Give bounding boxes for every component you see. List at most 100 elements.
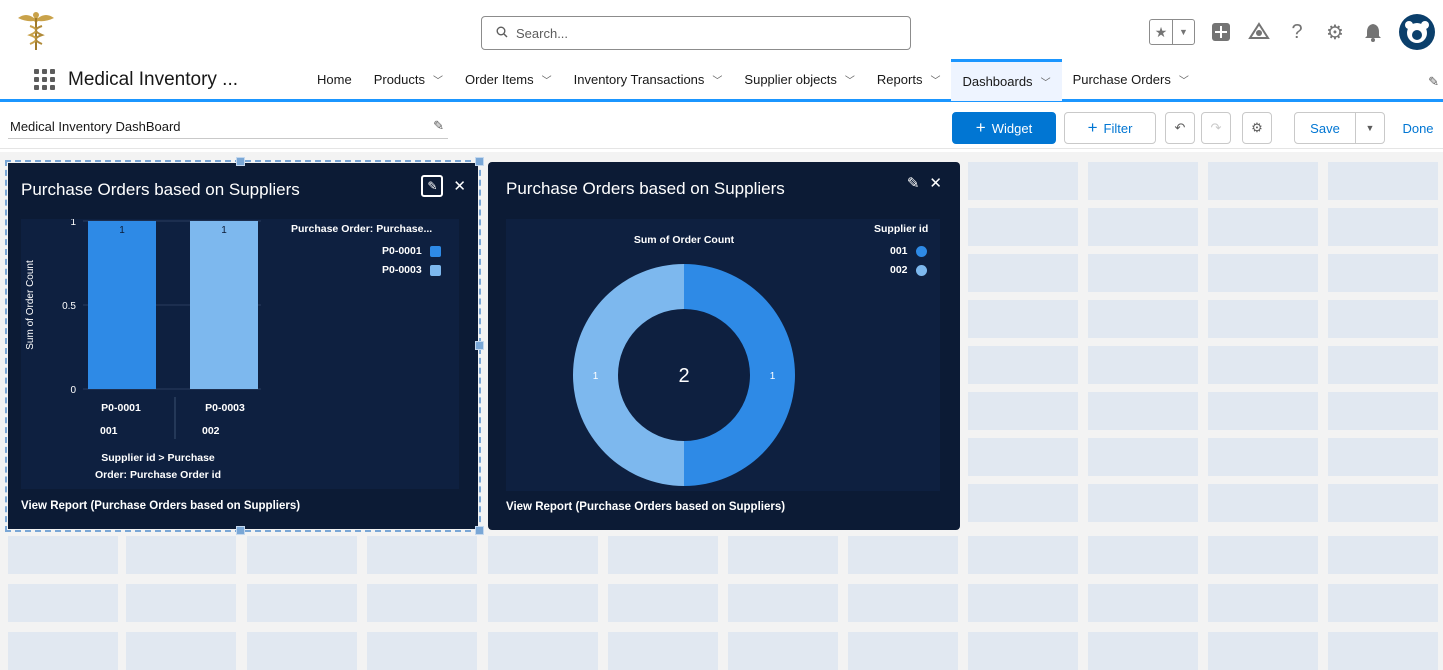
tab-label: Inventory Transactions	[573, 72, 705, 87]
empty-grid-cell	[848, 632, 958, 670]
edit-name-pencil-icon[interactable]: ✎	[433, 118, 444, 134]
legend-item[interactable]: P0-0003	[382, 264, 441, 276]
empty-grid-cell	[1328, 254, 1438, 292]
app-navigation-bar: Medical Inventory ... Home Products ﹀ Order…	[0, 58, 1443, 102]
tab-products[interactable]: Products ﹀	[363, 59, 454, 101]
tab-dashboards[interactable]: Dashboards ﹀	[951, 58, 1062, 101]
empty-grid-cell	[1328, 162, 1438, 200]
edit-widget-pencil-icon[interactable]: ✎	[421, 175, 444, 197]
favorites-button[interactable]: ★ ▼	[1149, 19, 1195, 45]
resize-handle-bottom[interactable]	[236, 526, 245, 535]
resize-handle-bottom-right[interactable]	[475, 526, 484, 535]
legend-item[interactable]: 001	[890, 245, 927, 257]
chevron-down-icon[interactable]: ﹀	[433, 72, 443, 87]
save-button[interactable]: Save	[1294, 112, 1356, 144]
empty-grid-cell	[367, 536, 477, 574]
empty-grid-cell	[1328, 208, 1438, 246]
legend-item[interactable]: 002	[890, 264, 927, 276]
favorites-menu-chevron-icon[interactable]: ▼	[1172, 20, 1194, 44]
donut-center-total: 2	[678, 365, 689, 387]
tab-order-items[interactable]: Order Items ﹀	[454, 59, 563, 101]
view-report-link[interactable]: View Report (Purchase Orders based on Su…	[21, 500, 300, 512]
bar-data-label: 1	[119, 225, 125, 236]
tab-reports[interactable]: Reports ﹀	[866, 59, 952, 101]
properties-button[interactable]: ⚙	[1242, 112, 1272, 144]
empty-grid-cell	[1088, 300, 1198, 338]
widget-title: Purchase Orders based on Suppliers	[506, 179, 785, 198]
donut-chart-widget[interactable]: Purchase Orders based on Suppliers ✎ ✕ S…	[488, 162, 960, 530]
tab-label: Dashboards	[962, 73, 1033, 89]
empty-grid-cell	[1328, 392, 1438, 430]
empty-grid-cell	[1208, 254, 1318, 292]
tab-label: Products	[373, 72, 425, 87]
resize-handle-top-right[interactable]	[475, 157, 484, 166]
avatar-icon[interactable]	[1399, 14, 1435, 50]
view-report-link[interactable]: View Report (Purchase Orders based on Su…	[506, 501, 785, 513]
logo-caduceus-icon[interactable]	[14, 8, 58, 54]
add-widget-button[interactable]: + Widget	[952, 112, 1056, 144]
chevron-down-icon[interactable]: ﹀	[930, 72, 940, 87]
help-icon[interactable]: ?	[1285, 20, 1309, 44]
empty-grid-cell	[126, 632, 236, 670]
empty-grid-cell	[1088, 346, 1198, 384]
empty-grid-cell	[1208, 300, 1318, 338]
empty-grid-cell	[1088, 632, 1198, 670]
widget-title: Purchase Orders based on Suppliers	[21, 180, 300, 199]
tab-supplier-objects[interactable]: Supplier objects ﹀	[733, 59, 866, 101]
empty-grid-cell	[247, 584, 357, 622]
global-add-icon[interactable]	[1209, 20, 1233, 44]
empty-grid-cell	[1208, 208, 1318, 246]
y-tick-label: 0	[70, 385, 76, 396]
remove-widget-close-icon[interactable]: ✕	[453, 177, 466, 195]
bar-chart: 0 0.5 1 Sum of Order Count 1 P0-0001 001 1 P0-00…	[25, 217, 261, 481]
tab-purchase-orders[interactable]: Purchase Orders ﹀	[1062, 59, 1200, 101]
plus-icon: +	[975, 118, 986, 137]
bar-chart-widget[interactable]: Purchase Orders based on Suppliers ✎ ✕ 0…	[5, 157, 484, 535]
empty-grid-cell	[1208, 392, 1318, 430]
empty-grid-cell	[968, 392, 1078, 430]
donut-chart-area: Sum of Order Count 1 1 2 Supplier id 001 002	[506, 219, 940, 491]
chevron-down-icon[interactable]: ﹀	[712, 72, 722, 87]
add-filter-button[interactable]: + Filter	[1064, 112, 1156, 144]
app-launcher-icon[interactable]	[32, 68, 56, 92]
chevron-down-icon[interactable]: ﹀	[845, 72, 855, 87]
tab-label: Supplier objects	[744, 72, 837, 87]
empty-grid-cell	[608, 584, 718, 622]
donut-slice-001	[684, 264, 795, 486]
remove-widget-close-icon[interactable]: ✕	[929, 174, 942, 192]
empty-grid-cell	[728, 632, 838, 670]
tab-inventory-transactions[interactable]: Inventory Transactions ﹀	[563, 59, 734, 101]
empty-grid-cell	[1208, 584, 1318, 622]
save-menu-button[interactable]: ▼	[1355, 112, 1385, 144]
chevron-down-icon[interactable]: ﹀	[542, 72, 552, 87]
dashboard-builder-toolbar: Medical Inventory DashBoard ✎ + Widget +…	[0, 105, 1443, 149]
edit-widget-pencil-icon[interactable]: ✎	[907, 174, 920, 192]
done-button[interactable]: Done	[1396, 112, 1440, 144]
empty-grid-cell	[968, 536, 1078, 574]
notifications-bell-icon[interactable]	[1361, 20, 1385, 44]
empty-grid-cell	[1208, 536, 1318, 574]
dashboard-name-field[interactable]: Medical Inventory DashBoard ✎	[8, 115, 448, 139]
setup-gear-icon[interactable]: ⚙	[1323, 20, 1347, 44]
chevron-down-icon[interactable]: ﹀	[1179, 72, 1189, 87]
help-trailhead-icon[interactable]	[1247, 20, 1271, 44]
undo-button[interactable]: ↶	[1165, 112, 1195, 144]
empty-grid-cell	[1088, 484, 1198, 522]
resize-handle-right[interactable]	[475, 341, 484, 350]
empty-grid-cell	[1208, 346, 1318, 384]
favorites-star-icon[interactable]: ★	[1150, 20, 1172, 44]
global-search-input[interactable]: Search...	[481, 16, 911, 50]
resize-handle-top[interactable]	[236, 157, 245, 166]
empty-grid-cell	[1088, 536, 1198, 574]
empty-grid-cell	[728, 536, 838, 574]
edit-nav-pencil-icon[interactable]: ✎	[1428, 74, 1439, 90]
bar-p0-0001	[88, 221, 156, 389]
empty-grid-cell	[968, 484, 1078, 522]
redo-button[interactable]: ↷	[1201, 112, 1231, 144]
app-name: Medical Inventory ...	[68, 68, 239, 90]
chevron-down-icon[interactable]: ﹀	[1041, 74, 1051, 89]
empty-grid-cell	[488, 584, 598, 622]
legend-item[interactable]: P0-0001	[382, 245, 441, 257]
dashboard-canvas[interactable]: Purchase Orders based on Suppliers ✎ ✕ 0…	[0, 152, 1443, 670]
tab-home[interactable]: Home	[306, 59, 363, 101]
